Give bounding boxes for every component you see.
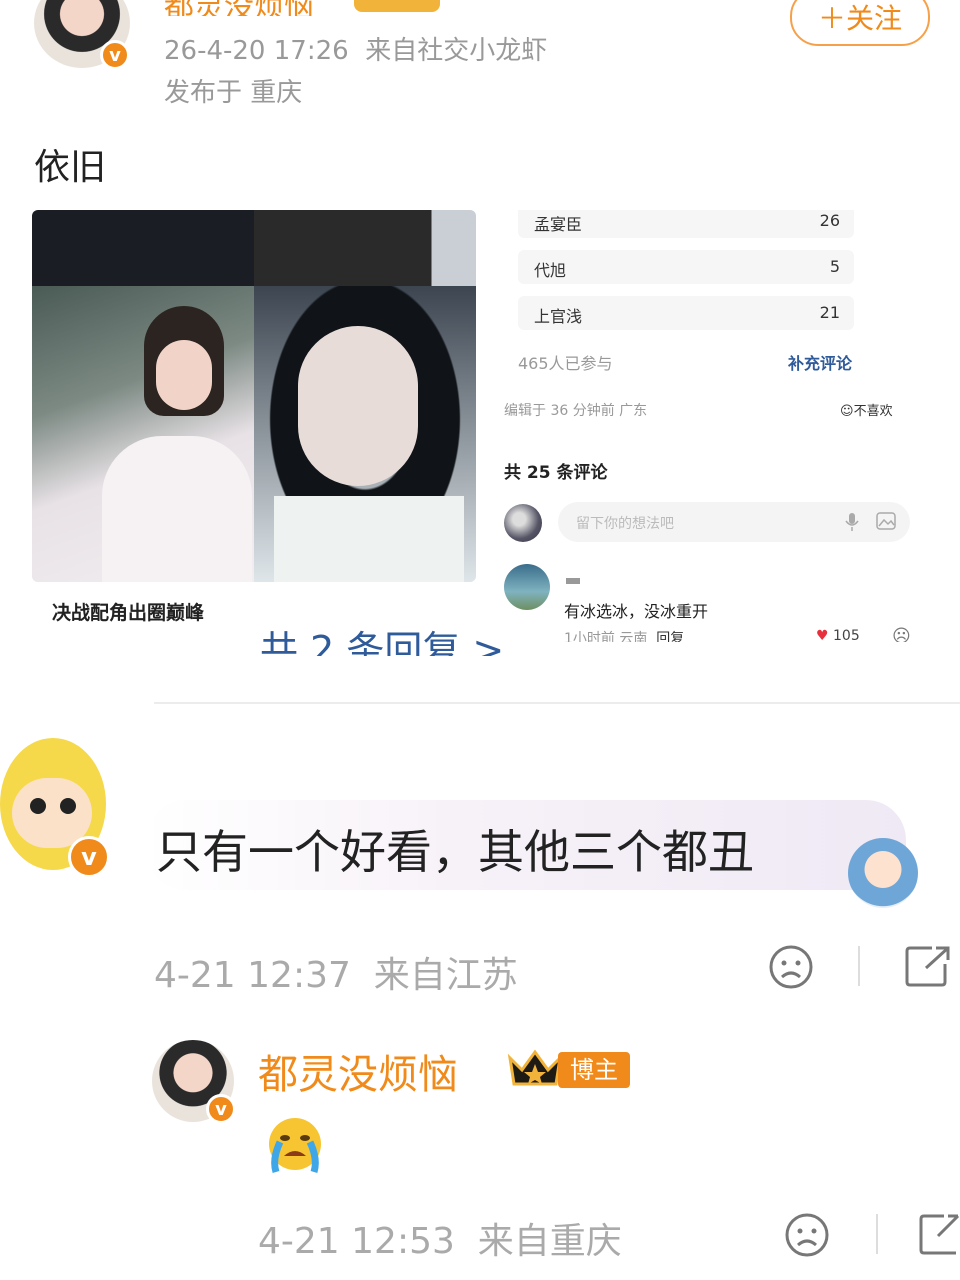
cartoon-eye	[60, 798, 76, 814]
figure-robe	[102, 436, 252, 582]
photo-left	[32, 286, 254, 582]
verified-badge-icon: v	[68, 836, 110, 878]
post-source: 来自社交小龙虾	[365, 36, 548, 66]
poll-participants: 465人已参与	[518, 354, 613, 373]
dislike-label: 不喜欢	[853, 404, 893, 419]
post-timestamp: 26-4-20 17:26	[164, 36, 349, 66]
crown-badge-icon	[354, 0, 440, 12]
verified-badge-icon: v	[206, 1094, 236, 1124]
cartoon-eye	[30, 798, 46, 814]
verified-badge-icon: v	[100, 40, 130, 70]
poll-option[interactable]: 代旭 5	[518, 250, 854, 284]
share-icon[interactable]	[918, 1212, 960, 1256]
figure-face	[298, 326, 418, 486]
photo-top-strip	[32, 210, 476, 286]
poll-option-count: 21	[819, 303, 840, 322]
photo-right	[254, 286, 476, 582]
comment-input-placeholder: 留下你的想法吧	[576, 516, 674, 532]
sad-face-icon[interactable]	[784, 1212, 830, 1258]
poll-option-name: 孟宴臣	[534, 215, 583, 234]
smile-icon: ☺	[840, 404, 854, 419]
action-divider	[876, 1214, 878, 1254]
post-text: 依旧	[34, 147, 107, 188]
reply-author-name[interactable]: 都灵没烦恼	[258, 1042, 458, 1100]
preview-comment-time: 1小时前 云南	[564, 631, 648, 642]
poll-option[interactable]: 孟宴臣 26	[518, 210, 854, 238]
comment-text: 只有一个好看，其他三个都丑	[156, 825, 754, 879]
preview-comment-meta: 1小时前 云南 回复	[564, 628, 684, 642]
photo-collage[interactable]	[32, 210, 476, 582]
reply-source: 来自重庆	[477, 1221, 622, 1262]
post-location: 发布于 重庆	[164, 78, 303, 108]
user-avatar	[504, 504, 542, 542]
crown-icon	[506, 1046, 564, 1088]
comment-source: 来自江苏	[373, 955, 518, 996]
crying-emoji-icon	[262, 1114, 328, 1174]
like-count[interactable]: ♥ 105	[816, 628, 860, 642]
comment-timestamp: 4-21 12:37	[154, 955, 351, 996]
view-replies-link[interactable]: 共 2 条回复 >	[260, 622, 504, 656]
comment-divider	[154, 702, 960, 704]
poll-option-count: 26	[819, 211, 840, 230]
preview-dislike-icon[interactable]: ☹	[892, 626, 911, 642]
edited-info: 编辑于 36 分钟前 广东	[504, 403, 648, 419]
dislike-button[interactable]: ☺不喜欢	[840, 400, 893, 419]
comment-count[interactable]: 共 25 条评论	[504, 458, 608, 483]
preview-comment-text: 有冰选冰，没冰重开	[564, 602, 709, 621]
like-count-value: 105	[833, 628, 860, 642]
figure-face	[156, 340, 212, 410]
bubble-decoration-avatar	[848, 838, 918, 908]
add-comment-link[interactable]: 补充评论	[788, 350, 852, 374]
heart-icon: ♥	[816, 628, 829, 642]
reply-timestamp: 4-21 12:53	[258, 1221, 455, 1262]
post-meta: 26-4-20 17:26 来自社交小龙虾	[164, 30, 547, 67]
mic-icon[interactable]	[844, 512, 860, 532]
share-icon[interactable]	[904, 944, 952, 988]
comment-input[interactable]: 留下你的想法吧	[558, 502, 910, 542]
poll-option-name: 代旭	[534, 261, 567, 280]
sad-face-icon[interactable]	[768, 944, 814, 990]
post-image-card[interactable]: 决战配角出圈巅峰 孟宴臣 26 代旭 5 上官浅 21 465人已参与 补充评论…	[32, 210, 912, 642]
blogger-badge: 博主	[558, 1052, 630, 1088]
author-name[interactable]: 都灵没烦恼	[164, 0, 314, 16]
image-icon[interactable]	[876, 512, 896, 530]
reply-link[interactable]: 回复	[656, 631, 684, 642]
poll-option-name: 上官浅	[534, 307, 583, 326]
image-caption: 决战配角出圈巅峰	[52, 602, 205, 624]
comment-meta: 4-21 12:37 来自江苏	[154, 946, 518, 998]
action-divider	[858, 946, 860, 986]
follow-button[interactable]: ＋关注	[790, 0, 930, 46]
poll-option-count: 5	[829, 257, 840, 276]
poll-option[interactable]: 上官浅 21	[518, 296, 854, 330]
reply-meta: 4-21 12:53 来自重庆	[258, 1212, 622, 1264]
commenter-name[interactable]	[566, 578, 580, 584]
commenter-avatar[interactable]	[504, 564, 550, 610]
figure-robe	[274, 496, 464, 582]
